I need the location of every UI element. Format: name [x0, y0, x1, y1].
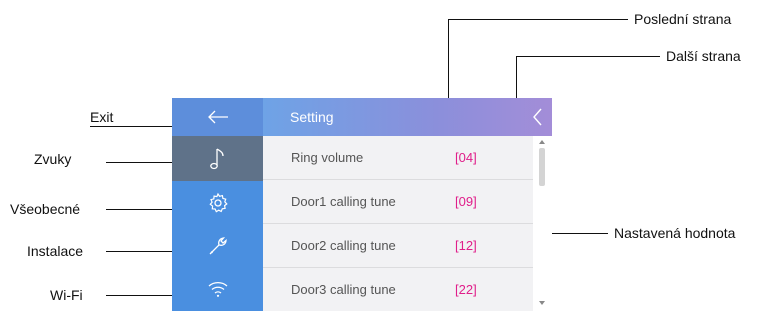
settings-list: Ring volume [04] Door1 calling tune [09]… — [263, 136, 533, 311]
scroll-thumb[interactable] — [539, 148, 545, 186]
list-item[interactable]: Door2 calling tune [12] — [263, 224, 533, 268]
sounds-button[interactable] — [172, 136, 263, 181]
leader-next-page-drop — [516, 56, 517, 103]
callout-next-page: Další strana — [666, 48, 741, 64]
setting-label: Door1 calling tune — [291, 194, 396, 209]
general-button[interactable] — [172, 181, 263, 224]
list-item[interactable]: Ring volume [04] — [263, 136, 533, 180]
setting-value: [22] — [455, 282, 477, 297]
setting-value: [04] — [455, 150, 477, 165]
callout-sounds: Zvuky — [34, 151, 72, 167]
wifi-icon — [208, 281, 227, 297]
scroll-down-arrow-icon[interactable] — [539, 301, 545, 305]
setting-label: Door3 calling tune — [291, 282, 396, 297]
callout-set-value: Nastavená hodnota — [614, 225, 736, 241]
exit-button[interactable] — [172, 98, 263, 136]
device-screen: Setting Ring volume [04] Door1 calling t… — [172, 98, 552, 311]
sidebar — [172, 98, 263, 311]
installation-button[interactable] — [172, 224, 263, 267]
screen-title: Setting — [290, 109, 334, 125]
callout-general: Všeobecné — [10, 201, 81, 217]
list-item[interactable]: Door3 calling tune [22] — [263, 268, 533, 311]
wrench-icon — [209, 236, 227, 254]
gear-icon — [208, 192, 228, 212]
back-arrow-icon — [207, 110, 228, 124]
callout-previous-page: Poslední strana — [634, 11, 732, 27]
list-item[interactable]: Door1 calling tune [09] — [263, 180, 533, 224]
setting-value: [12] — [455, 238, 477, 253]
callout-wifi: Wi-Fi — [50, 287, 83, 303]
scrollbar[interactable] — [533, 136, 552, 311]
callout-exit: Exit — [90, 109, 114, 125]
callout-installation: Instalace — [27, 243, 84, 259]
music-note-icon — [209, 147, 224, 169]
setting-label: Door2 calling tune — [291, 238, 396, 253]
leader-previous-page-drop — [448, 19, 449, 103]
setting-value: [09] — [455, 194, 477, 209]
scroll-up-arrow-icon[interactable] — [539, 140, 545, 144]
leader-next-page — [516, 56, 660, 57]
previous-page-icon[interactable] — [527, 106, 549, 128]
screen-header: Setting — [263, 98, 552, 136]
leader-previous-page — [448, 19, 628, 20]
wifi-button[interactable] — [172, 267, 263, 311]
setting-label: Ring volume — [291, 150, 364, 165]
